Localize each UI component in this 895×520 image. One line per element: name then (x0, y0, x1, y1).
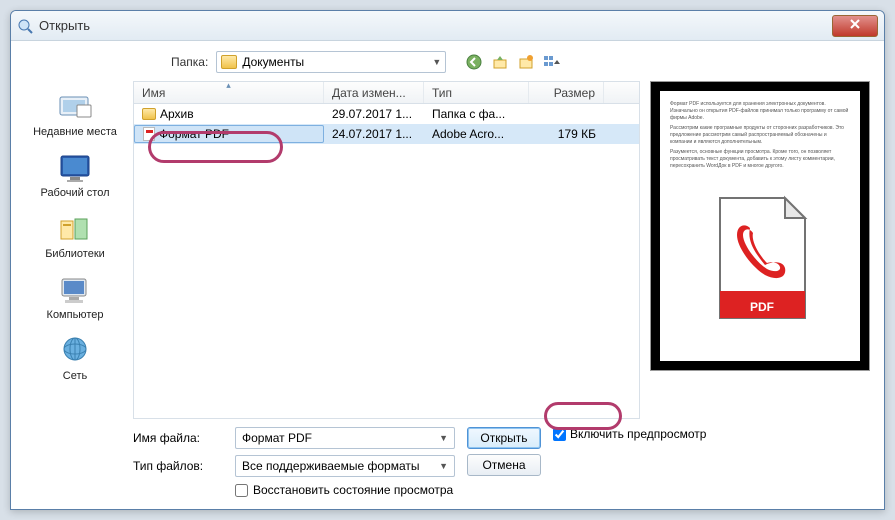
preview-text-line: Рассмотрим какие програмные продукты от … (670, 125, 850, 146)
new-folder-button[interactable] (516, 52, 536, 72)
column-name[interactable]: Имя▴ (134, 82, 324, 103)
list-area: Имя▴ Дата измен... Тип Размер Архив 29.0… (133, 81, 870, 419)
table-row[interactable]: Архив 29.07.2017 1... Папка с фа... (134, 104, 639, 124)
column-size[interactable]: Размер (529, 82, 604, 103)
window-title: Открыть (39, 18, 832, 33)
close-icon (849, 18, 861, 30)
up-button[interactable] (490, 52, 510, 72)
preview-text-line: Формат PDF используется для хранения эле… (670, 101, 850, 122)
table-row[interactable]: Формат PDF 24.07.2017 1... Adobe Acro...… (134, 124, 639, 144)
computer-icon (57, 274, 93, 306)
column-date[interactable]: Дата измен... (324, 82, 424, 103)
main-area: Папка: Документы ▼ Имя▴ Дата и (133, 51, 870, 497)
preview-check-label: Включить предпросмотр (570, 427, 706, 441)
restore-label: Восстановить состояние просмотра (253, 483, 453, 497)
list-header: Имя▴ Дата измен... Тип Размер (134, 82, 639, 104)
place-network[interactable]: Сеть (25, 335, 125, 382)
chevron-down-icon: ▼ (439, 461, 448, 471)
recent-icon (57, 91, 93, 123)
restore-checkbox[interactable] (235, 484, 248, 497)
dialog-body: Недавние места Рабочий стол Библиотеки К… (11, 41, 884, 509)
file-list[interactable]: Имя▴ Дата измен... Тип Размер Архив 29.0… (133, 81, 640, 419)
desktop-icon (57, 152, 93, 184)
places-sidebar: Недавние места Рабочий стол Библиотеки К… (25, 51, 125, 497)
preview-checkbox[interactable] (553, 428, 566, 441)
close-button[interactable] (832, 15, 878, 37)
inputs: Имя файла: Формат PDF ▼ Тип файлов: Все … (133, 427, 455, 497)
preview-page: Формат PDF используется для хранения эле… (660, 91, 860, 361)
chevron-down-icon: ▼ (439, 433, 448, 443)
folder-row: Папка: Документы ▼ (133, 51, 870, 73)
preview-text-line: Разумеется, основные функции просмотра. … (670, 149, 850, 170)
up-icon (492, 54, 508, 70)
sort-asc-icon: ▴ (226, 80, 231, 91)
svg-text:PDF: PDF (750, 300, 774, 314)
titlebar: Открыть (11, 11, 884, 41)
view-icon (543, 54, 561, 70)
app-icon (17, 18, 33, 34)
open-dialog-window: Открыть Недавние места Рабочий стол Библ… (10, 10, 885, 510)
pdf-logo-icon: PDF (705, 193, 815, 323)
place-libraries[interactable]: Библиотеки (25, 213, 125, 260)
filetype-label: Тип файлов: (133, 459, 227, 473)
back-icon (466, 54, 482, 70)
folder-label: Папка: (171, 55, 208, 69)
filetype-select[interactable]: Все поддерживаемые форматы ▼ (235, 455, 455, 477)
column-type[interactable]: Тип (424, 82, 529, 103)
open-button[interactable]: Открыть (467, 427, 541, 449)
filename-label: Имя файла: (133, 431, 227, 445)
folder-icon (221, 55, 237, 69)
bottom-bar: Имя файла: Формат PDF ▼ Тип файлов: Все … (133, 427, 870, 497)
preview-toggle: Включить предпросмотр (553, 427, 706, 441)
folder-dropdown[interactable]: Документы ▼ (216, 51, 446, 73)
view-button[interactable] (542, 52, 562, 72)
libraries-icon (57, 213, 93, 245)
pdf-icon (143, 127, 155, 141)
chevron-down-icon: ▼ (432, 57, 441, 67)
preview-pane: Формат PDF используется для хранения эле… (650, 81, 870, 371)
new-folder-icon (518, 54, 534, 70)
network-icon (57, 335, 93, 367)
folder-icon (142, 108, 156, 120)
filename-input[interactable]: Формат PDF ▼ (235, 427, 455, 449)
back-button[interactable] (464, 52, 484, 72)
cancel-button[interactable]: Отмена (467, 454, 541, 476)
place-desktop[interactable]: Рабочий стол (25, 152, 125, 199)
place-recent[interactable]: Недавние места (25, 91, 125, 138)
dialog-buttons: Открыть Отмена (467, 427, 541, 476)
place-computer[interactable]: Компьютер (25, 274, 125, 321)
toolbar (464, 52, 562, 72)
